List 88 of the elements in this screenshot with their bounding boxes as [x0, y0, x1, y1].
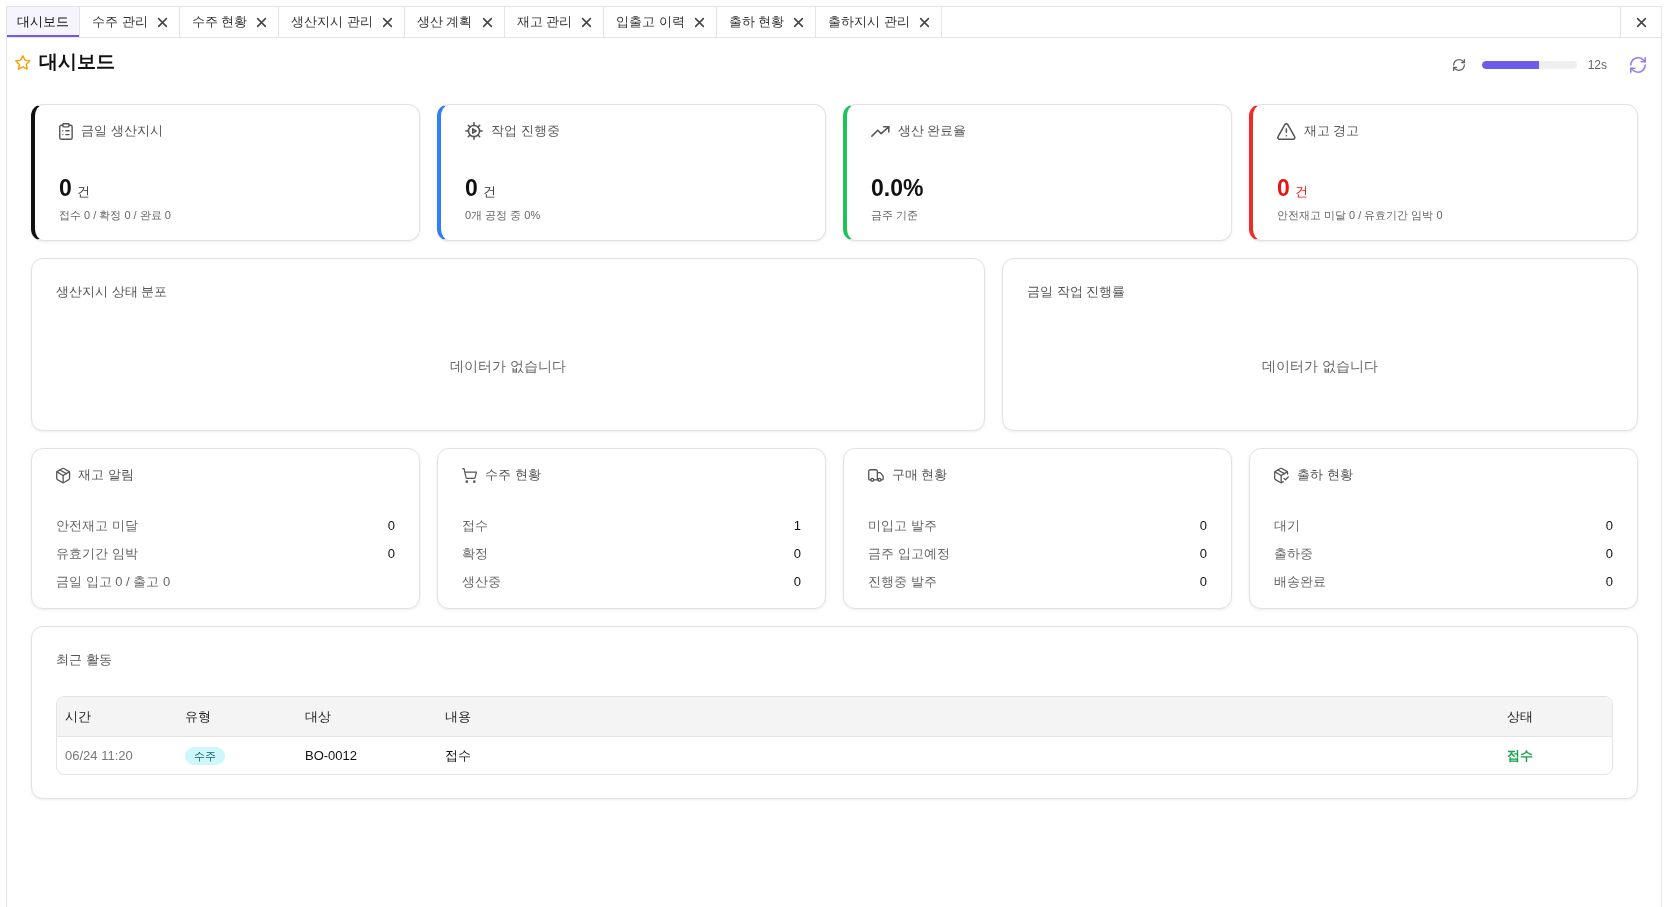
stat-label: 출하중	[1274, 545, 1313, 564]
close-icon[interactable]	[257, 17, 267, 27]
page-title: 대시보드	[38, 50, 115, 74]
close-icon[interactable]	[694, 17, 704, 27]
stat-label: 확정	[462, 545, 488, 564]
kpi-unit: 건	[1294, 183, 1308, 201]
type-tag: 수주	[185, 746, 225, 765]
panel-title: 생산지시 상태 분포	[56, 283, 169, 301]
column-header: 상태	[1499, 697, 1612, 737]
stat-value: 0	[1199, 545, 1207, 564]
stat-label: 접수	[462, 517, 488, 536]
tab[interactable]: 대시보드	[7, 7, 80, 37]
kpi-detail: 금주 기준	[871, 208, 920, 223]
truck-icon	[868, 468, 884, 482]
card-title: 출하 현황	[1297, 466, 1353, 484]
tab[interactable]: 입출고 이력	[604, 7, 717, 37]
countdown-text: 12s	[1587, 57, 1607, 74]
stat-label: 대기	[1274, 517, 1300, 536]
target-text: BO-0012	[304, 746, 359, 765]
column-header: 시간	[57, 697, 177, 737]
tab[interactable]: 생산지시 관리	[279, 7, 405, 37]
kpi-title: 작업 진행중	[491, 122, 560, 140]
stat-label: 금일 입고 0 / 출고 0	[56, 573, 171, 592]
column-header: 대상	[297, 697, 437, 737]
kpi-value: 0	[59, 174, 72, 203]
kpi-value: 0.0%	[871, 174, 924, 203]
kpi-value: 0	[1277, 174, 1290, 203]
empty-message: 데이터가 없습니다	[1262, 357, 1379, 376]
empty-message: 데이터가 없습니다	[450, 357, 567, 376]
kpi-detail: 0개 공정 중 0%	[465, 208, 542, 223]
refresh-icon[interactable]	[1452, 59, 1465, 71]
stat-label: 배송완료	[1274, 573, 1326, 592]
close-icon[interactable]	[482, 17, 492, 27]
cart-icon	[462, 467, 477, 483]
panel-title: 금일 작업 진행률	[1027, 283, 1127, 301]
stat-value: 0	[1199, 517, 1207, 536]
column-header: 유형	[177, 697, 297, 737]
stat-label: 유효기간 임박	[56, 545, 138, 564]
warning-icon	[1277, 122, 1296, 140]
kpi-value: 0	[465, 174, 478, 203]
cube-check-icon	[1274, 467, 1289, 483]
close-icon[interactable]	[1636, 17, 1646, 27]
stat-value: 0	[387, 517, 395, 536]
column-header: 내용	[437, 697, 1499, 737]
status-text: 접수	[1506, 746, 1534, 765]
time-text: 06/24 11:20	[64, 746, 134, 765]
content-text: 접수	[444, 746, 472, 765]
tab[interactable]: 재고 관리	[504, 7, 605, 37]
tab[interactable]: 출하 현황	[716, 7, 817, 37]
close-icon[interactable]	[794, 17, 804, 27]
stat-label: 안전재고 미달	[56, 517, 138, 536]
close-icon[interactable]	[582, 17, 592, 27]
kpi-title: 재고 경고	[1303, 122, 1360, 140]
stat-value: 0	[1605, 545, 1613, 564]
stat-value: 0	[1605, 517, 1613, 536]
card-title: 재고 알림	[78, 466, 134, 484]
tab[interactable]: 출하지시 관리	[816, 7, 942, 37]
kpi-detail: 안전재고 미달 0 / 유효기간 임박 0	[1277, 208, 1444, 223]
kpi-detail: 접수 0 / 확정 0 / 완료 0	[59, 208, 172, 223]
trend-arrow-icon	[871, 125, 890, 137]
stat-value: 1	[793, 517, 801, 536]
stat-label: 생산중	[462, 573, 501, 592]
close-icon[interactable]	[157, 17, 167, 27]
kpi-title: 생산 완료율	[897, 122, 967, 140]
stat-value: 0	[1605, 573, 1613, 592]
kpi-title: 금일 생산지시	[80, 122, 163, 140]
stat-value: 0	[387, 545, 395, 564]
tab[interactable]: 생산 계획	[404, 7, 505, 37]
gear-icon	[465, 122, 483, 140]
stat-value: 0	[1199, 573, 1207, 592]
star-icon[interactable]	[15, 54, 31, 70]
stat-value: 0	[793, 573, 801, 592]
close-icon[interactable]	[382, 17, 392, 27]
stat-value: 0	[793, 545, 801, 564]
cube-icon	[56, 467, 71, 483]
card-title: 구매 현황	[891, 466, 948, 484]
refresh-icon[interactable]	[1630, 57, 1646, 73]
close-icon[interactable]	[920, 17, 929, 27]
kpi-unit: 건	[482, 183, 496, 201]
stat-label: 금주 입고예정	[868, 545, 950, 564]
panel-title: 최근 활동	[56, 651, 113, 669]
card-title: 수주 현황	[485, 466, 541, 484]
tab[interactable]: 수주 현황	[179, 7, 280, 37]
tab[interactable]: 수주 관리	[80, 7, 180, 37]
stat-label: 미입고 발주	[868, 517, 937, 536]
stat-label: 진행중 발주	[868, 573, 937, 592]
clipboard-icon	[59, 122, 73, 140]
kpi-unit: 건	[76, 183, 90, 201]
